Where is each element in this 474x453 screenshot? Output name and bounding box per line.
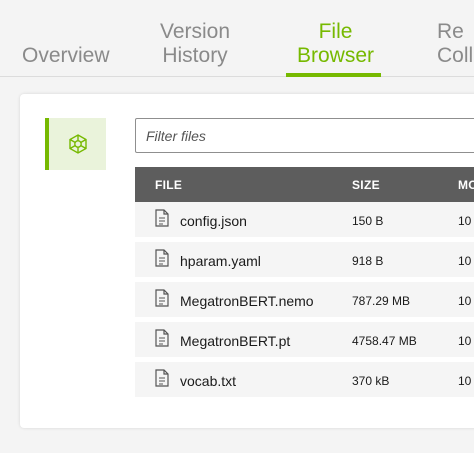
file-name[interactable]: vocab.txt	[180, 373, 236, 389]
file-modified: 10	[458, 334, 472, 348]
tab-version-history[interactable]: Version History	[160, 20, 230, 68]
tab-divider	[0, 76, 474, 77]
tab-file-browser[interactable]: File Browser	[297, 20, 374, 68]
document-icon	[155, 209, 169, 227]
column-header-modified[interactable]: MO	[458, 178, 474, 192]
table-row[interactable]: MegatronBERT.nemo 787.29 MB 10	[135, 282, 474, 317]
table-row[interactable]: MegatronBERT.pt 4758.47 MB 10	[135, 322, 474, 357]
file-browser-panel: FILE SIZE MO config.json 150 B 10	[20, 94, 474, 428]
column-header-size[interactable]: SIZE	[352, 178, 380, 192]
tab-version-history-line1: Version	[160, 20, 231, 43]
file-size: 370 kB	[352, 374, 390, 388]
tab-file-browser-line1: File	[318, 20, 353, 43]
file-size: 787.29 MB	[352, 294, 411, 308]
file-size: 150 B	[352, 214, 384, 228]
file-modified: 10	[458, 294, 472, 308]
document-icon	[155, 289, 169, 307]
side-tab-files[interactable]	[45, 118, 106, 170]
file-name[interactable]: config.json	[180, 213, 247, 229]
file-size: 918 B	[352, 254, 384, 268]
filter-files-input[interactable]	[136, 119, 474, 152]
file-name[interactable]: MegatronBERT.nemo	[180, 293, 314, 309]
table-row[interactable]: config.json 150 B 10	[135, 202, 474, 237]
file-table: FILE SIZE MO config.json 150 B 10 hparam…	[135, 167, 474, 397]
filter-files-field[interactable]	[135, 118, 474, 153]
file-modified: 10	[458, 254, 472, 268]
column-header-file[interactable]: FILE	[155, 178, 182, 192]
document-icon	[155, 329, 169, 347]
tab-resources-line2: Coll	[437, 44, 474, 67]
file-size: 4758.47 MB	[352, 334, 417, 348]
file-name[interactable]: MegatronBERT.pt	[180, 333, 290, 349]
tab-resources-collections[interactable]: Re Coll	[437, 20, 473, 68]
table-row[interactable]: hparam.yaml 918 B 10	[135, 242, 474, 277]
file-modified: 10	[458, 374, 472, 388]
tab-overview-label: Overview	[22, 44, 110, 67]
active-tab-indicator	[286, 73, 381, 77]
file-modified: 10	[458, 214, 472, 228]
tab-version-history-line2: History	[162, 44, 228, 67]
table-header: FILE SIZE MO	[135, 167, 474, 202]
tab-overview[interactable]: Overview	[22, 44, 110, 68]
document-icon	[155, 369, 169, 387]
tab-bar: Overview Version History File Browser Re…	[0, 0, 474, 78]
tab-resources-line1: Re	[437, 20, 464, 43]
file-name[interactable]: hparam.yaml	[180, 253, 261, 269]
tab-file-browser-line2: Browser	[297, 44, 375, 67]
network-graph-icon	[68, 134, 87, 154]
document-icon	[155, 249, 169, 267]
table-row[interactable]: vocab.txt 370 kB 10	[135, 362, 474, 397]
